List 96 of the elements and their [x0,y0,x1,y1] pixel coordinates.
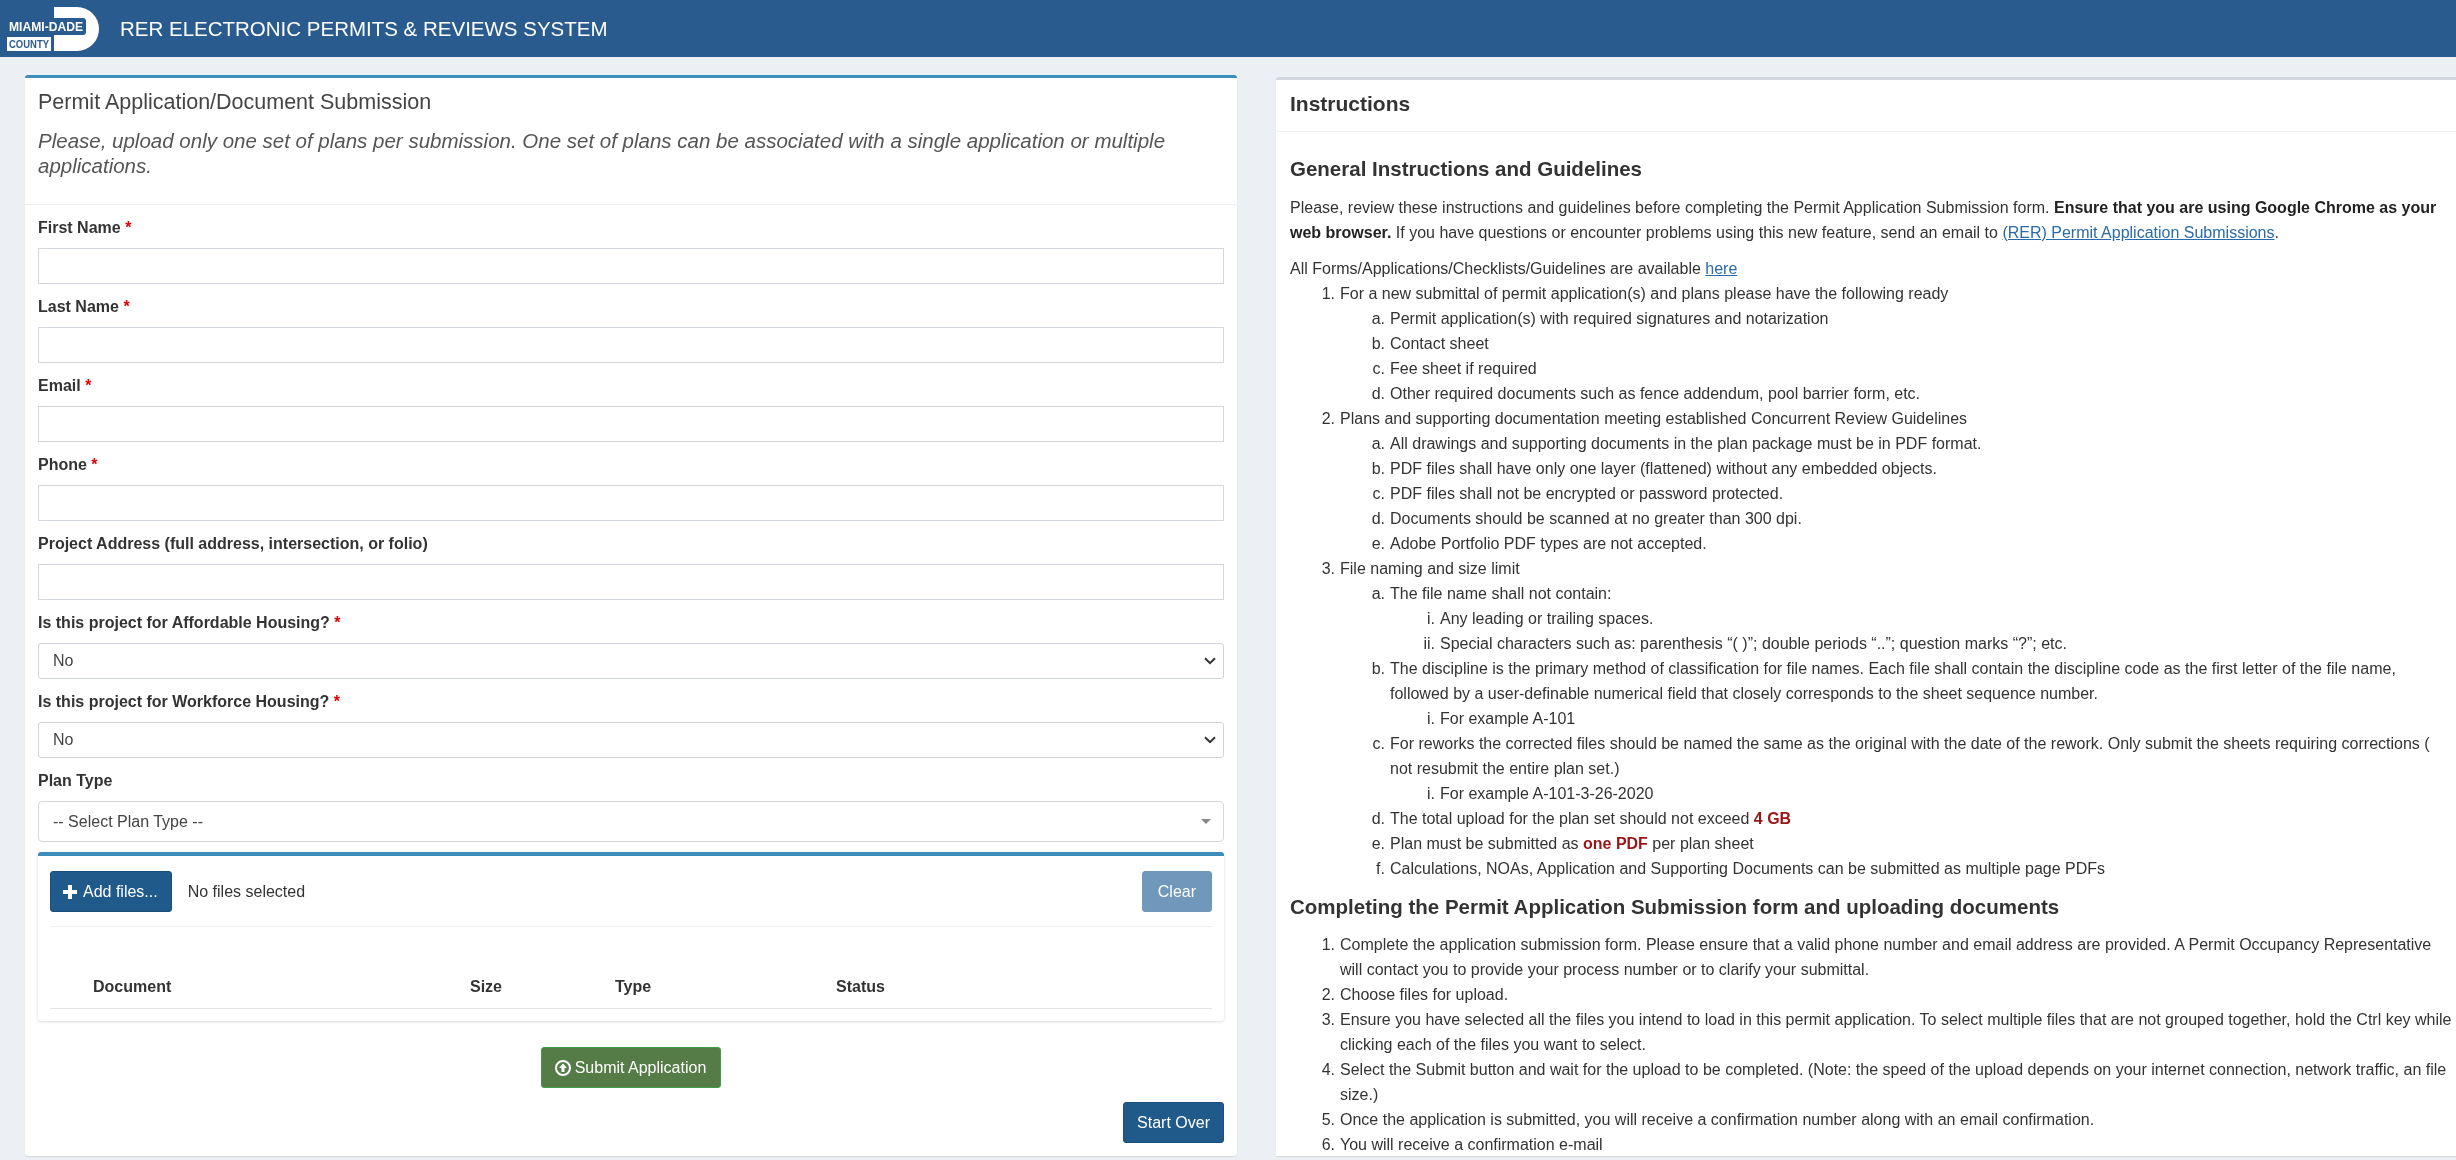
list-item-text: Adobe Portfolio PDF types are not accepted. [1390,534,1707,554]
list-number: d. [1370,384,1385,404]
text-input[interactable] [38,564,1224,600]
paragraph: Please, review these instructions and guidelines before completing the Permit Application Submission form. Ensure that you are using Google Chrome as your web browser. If you have questions or encounter problems using this new feature, send an email to (RER) Permit Application Submissions. [1290,198,2438,243]
list-number: b. [1370,334,1385,354]
panel-title: Permit Application/Document Submission [38,89,432,116]
list-item-text: You will receive a confirmation e-mail [1340,1135,1603,1155]
list-item-text: The total upload for the plan set should not exceed 4 GB [1390,809,1792,829]
link[interactable]: (RER) Permit Application Submissions [2002,224,2275,241]
list-item-text: Once the application is submitted, you will receive a confirmation number along with an email confirmation. [1340,1110,2095,1130]
list-number: 1. [1320,284,1335,304]
list-number: e. [1370,834,1385,854]
text-input[interactable] [38,406,1224,442]
field-label: Last Name * [38,297,130,317]
list-item-text: Special characters such as: parenthesis “( )”; double periods “..”; question marks “?”; etc. [1440,634,2067,654]
list-item-text: Other required documents such as fence addendum, pool barrier form, etc. [1390,384,1921,404]
list-number: f. [1375,859,1385,879]
select-field[interactable]: No [38,643,1224,679]
list-number: c. [1371,359,1385,379]
plus-icon [63,884,77,899]
column-header: Size [470,977,502,996]
field-label: Email * [38,376,92,396]
list-item-text: Plan must be submitted as one PDF per plan sheet [1390,834,1754,854]
list-item-text: Documents should be scanned at no greater than 300 dpi. [1390,509,1802,529]
text-input[interactable] [38,485,1224,521]
field-label: First Name * [38,218,132,238]
column-header: Type [615,977,652,996]
list-number: 2. [1320,985,1335,1005]
chevron-down-icon [1204,657,1216,665]
list-item-text: PDF files shall have only one layer (flattened) without any embedded objects. [1390,459,1937,479]
link[interactable]: here [1705,260,1738,277]
chevron-down-icon [1204,736,1216,744]
list-number: c. [1371,484,1385,504]
submit-application-button[interactable]: Submit Application [540,1047,722,1088]
list-item-text: Select the Submit button and wait for the upload to be completed. (Note: the speed of the upload depends on your internet connection, network traffic, an file size.) [1340,1060,2448,1105]
list-item-text: For example A-101-3-26-2020 [1440,784,1654,804]
list-number: d. [1370,809,1385,829]
paragraph: All Forms/Applications/Checklists/Guidelines are available here [1290,259,1738,279]
list-number: 2. [1320,409,1335,429]
file-status-text: No files selected [187,882,306,901]
list-number: 3. [1320,559,1335,579]
column-header: Document [93,977,172,996]
dropdown-field[interactable]: -- Select Plan Type -- [38,801,1224,842]
list-item-text: File naming and size limit [1340,559,1520,579]
list-number: 5. [1320,1110,1335,1130]
list-item-text: Plans and supporting documentation meeting established Concurrent Review Guidelines [1340,409,1968,429]
list-number: 3. [1320,1010,1335,1030]
list-number: i. [1426,709,1435,729]
list-item-text: For example A-101 [1440,709,1576,729]
field-label: Is this project for Affordable Housing? * [38,613,341,633]
list-item-text: Any leading or trailing spaces. [1440,609,1654,629]
text-input[interactable] [38,248,1224,284]
list-item-text: For reworks the corrected files should be named the same as the original with the date of the rework. Only submit the sheets requiring corrections ( not resubmit the entire plan set.) [1390,734,2431,779]
list-number: b. [1370,659,1385,679]
column-header: Status [836,977,885,996]
logo: MIAMI-DADE COUNTY [7,6,99,51]
start-over-button[interactable]: Start Over [1123,1102,1224,1143]
field-label: Is this project for Workforce Housing? * [38,692,340,712]
field-label: Phone * [38,455,98,475]
panel-subtitle: Please, upload only one set of plans per submission. One set of plans can be associated with a single application or multiple applications. [38,128,1167,178]
panel-title: Instructions [1290,91,1411,117]
field-label: Project Address (full address, intersection, or folio) [38,534,428,554]
list-number: i. [1426,609,1435,629]
select-field[interactable]: No [38,722,1224,758]
list-number: i. [1426,784,1435,804]
text-input[interactable] [38,327,1224,363]
caret-down-icon [1201,819,1211,824]
list-number: b. [1370,459,1385,479]
list-item-text: Complete the application submission form. Please ensure that a valid phone number and email address are provided. A Permit Occupancy Representative will contact you to provide your process number or to clarify your submittal. [1340,935,2433,980]
list-number: 4. [1320,1060,1335,1080]
list-number: e. [1370,534,1385,554]
list-item-text: Fee sheet if required [1390,359,1537,379]
list-number: a. [1370,584,1385,604]
list-number: 1. [1320,935,1335,955]
app-title: RER ELECTRONIC PERMITS & REVIEWS SYSTEM [120,15,608,42]
list-item-text: PDF files shall not be encrypted or password protected. [1390,484,1784,504]
arrow-up-circle-icon [554,1059,571,1076]
list-item-text: For a new submittal of permit application(s) and plans please have the following ready [1340,284,1949,304]
section-heading: Completing the Permit Application Submission form and uploading documents [1290,894,2060,920]
list-item-text: Permit application(s) with required signatures and notarization [1390,309,1829,329]
list-item-text: Calculations, NOAs, Application and Supporting Documents can be submitted as multiple page PDFs [1390,859,2106,879]
list-number: d. [1370,509,1385,529]
list-number: a. [1370,309,1385,329]
add-files-button[interactable]: Add files... [50,871,172,912]
list-item-text: All drawings and supporting documents in the plan package must be in PDF format. [1390,434,1982,454]
list-number: 6. [1320,1135,1335,1155]
list-item-text: The file name shall not contain: [1390,584,1612,604]
section-heading: General Instructions and Guidelines [1290,156,1642,182]
list-item-text: Choose files for upload. [1340,985,1509,1005]
list-number: c. [1371,734,1385,754]
list-item-text: Contact sheet [1390,334,1489,354]
list-number: a. [1370,434,1385,454]
list-item-text: The discipline is the primary method of classification for file names. Each file shall contain the discipline code as the first letter of the file name, followed by a user-definable numerical field that closely corresponds to the sheet sequence number. [1390,659,2397,704]
list-number: ii. [1422,634,1435,654]
field-label: Plan Type [38,771,113,791]
list-item-text: Ensure you have selected all the files you intend to load in this permit application. To select multiple files that are not grouped together, hold the Ctrl key while clicking each of the files you want to select. [1340,1010,2452,1055]
